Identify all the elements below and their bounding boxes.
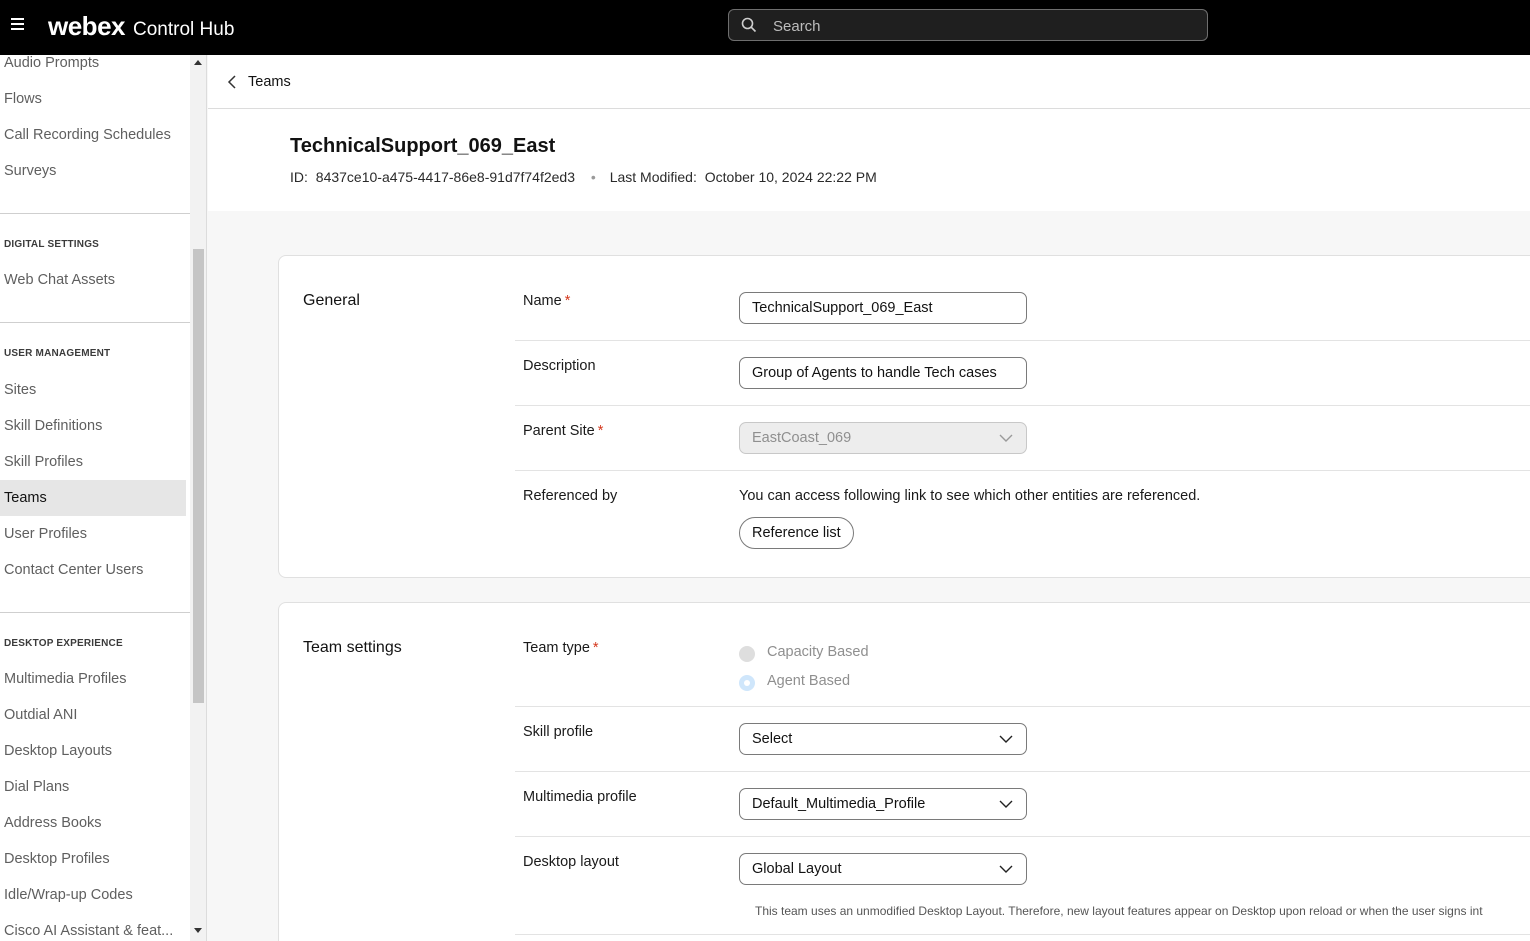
desktop-layout-select[interactable]: Global Layout	[739, 853, 1027, 885]
multimedia-profile-label: Multimedia profile	[523, 789, 637, 805]
breadcrumb: Teams	[208, 55, 1530, 109]
radio-agent-based-label: Agent Based	[767, 673, 851, 689]
sidebar: Audio Prompts Flows Call Recording Sched…	[0, 55, 207, 941]
chevron-down-icon	[999, 865, 1013, 873]
menu-icon[interactable]	[11, 18, 24, 30]
row-divider	[515, 470, 1530, 471]
sidebar-item-idle-wrapup-codes[interactable]: Idle/Wrap-up Codes	[0, 877, 186, 913]
radio-agent-based	[739, 675, 755, 691]
row-divider	[515, 340, 1530, 341]
section-desktop-experience: DESKTOP EXPERIENCE	[4, 638, 123, 649]
breadcrumb-teams-link[interactable]: Teams	[248, 74, 291, 90]
row-divider	[515, 771, 1530, 772]
desktop-layout-label: Desktop layout	[523, 854, 619, 870]
meta-separator: •	[590, 169, 596, 185]
sidebar-item-desktop-layouts[interactable]: Desktop Layouts	[0, 733, 186, 769]
sidebar-item-surveys[interactable]: Surveys	[0, 153, 186, 189]
team-settings-section-title: Team settings	[303, 639, 402, 656]
page-header: TechnicalSupport_069_East ID: 8437ce10-a…	[208, 109, 1530, 211]
skill-profile-value: Select	[752, 731, 793, 747]
sidebar-scrollbar-thumb[interactable]	[193, 249, 204, 703]
parent-site-label: Parent Site *	[523, 423, 604, 439]
referenced-by-text: You can access following link to see whi…	[739, 488, 1201, 504]
row-divider	[515, 706, 1530, 707]
last-modified-value: October 10, 2024 22:22 PM	[704, 169, 877, 185]
row-divider	[515, 934, 1530, 935]
referenced-by-label: Referenced by	[523, 488, 618, 504]
page-title: TechnicalSupport_069_East	[290, 135, 556, 157]
sidebar-item-audio-prompts[interactable]: Audio Prompts	[0, 55, 186, 81]
sidebar-item-skill-definitions[interactable]: Skill Definitions	[0, 408, 186, 444]
multimedia-profile-value: Default_Multimedia_Profile	[752, 796, 926, 812]
back-chevron-icon[interactable]	[226, 74, 238, 90]
sidebar-item-desktop-profiles[interactable]: Desktop Profiles	[0, 841, 186, 877]
description-input[interactable]: Group of Agents to handle Tech cases	[739, 357, 1027, 389]
scroll-up-arrow-icon[interactable]	[194, 60, 202, 65]
brand: webex Control Hub	[48, 11, 234, 42]
sidebar-item-contact-center-users[interactable]: Contact Center Users	[0, 552, 186, 588]
search-icon	[741, 17, 757, 33]
sidebar-divider	[0, 612, 190, 613]
sidebar-item-outdial-ani[interactable]: Outdial ANI	[0, 697, 186, 733]
parent-site-select: EastCoast_069	[739, 422, 1027, 454]
sidebar-item-dial-plans[interactable]: Dial Plans	[0, 769, 186, 805]
sidebar-item-call-recording-schedules[interactable]: Call Recording Schedules	[0, 117, 186, 153]
sidebar-item-cisco-ai-assistant[interactable]: Cisco AI Assistant & feat...	[0, 913, 186, 941]
radio-capacity-based-label: Capacity Based	[767, 644, 869, 660]
sidebar-item-multimedia-profiles[interactable]: Multimedia Profiles	[0, 661, 186, 697]
skill-profile-label: Skill profile	[523, 724, 594, 740]
chevron-down-icon	[999, 800, 1013, 808]
section-user-management: USER MANAGEMENT	[4, 348, 111, 359]
search-input[interactable]: Search	[728, 9, 1208, 41]
main-content: Teams TechnicalSupport_069_East ID: 8437…	[208, 55, 1530, 941]
name-input[interactable]: TechnicalSupport_069_East	[739, 292, 1027, 324]
sidebar-divider	[0, 322, 190, 323]
team-settings-card: Team settings Team type * Capacity Based …	[278, 602, 1530, 941]
row-divider	[515, 836, 1530, 837]
chevron-down-icon	[999, 434, 1013, 442]
multimedia-profile-select[interactable]: Default_Multimedia_Profile	[739, 788, 1027, 820]
sidebar-item-sites[interactable]: Sites	[0, 372, 186, 408]
name-label: Name *	[523, 293, 571, 309]
general-card: General Name * TechnicalSupport_069_East …	[278, 255, 1530, 578]
sidebar-item-web-chat-assets[interactable]: Web Chat Assets	[0, 262, 186, 298]
webex-logo: webex	[48, 11, 126, 41]
skill-profile-select[interactable]: Select	[739, 723, 1027, 755]
sidebar-item-teams[interactable]: Teams	[0, 480, 186, 516]
team-type-label: Team type *	[523, 640, 599, 656]
sidebar-item-address-books[interactable]: Address Books	[0, 805, 186, 841]
scroll-down-arrow-icon[interactable]	[194, 928, 202, 933]
desktop-layout-note: This team uses an unmodified Desktop Lay…	[755, 904, 1483, 918]
sidebar-item-skill-profiles[interactable]: Skill Profiles	[0, 444, 186, 480]
section-digital-settings: DIGITAL SETTINGS	[4, 239, 100, 250]
sidebar-item-user-profiles[interactable]: User Profiles	[0, 516, 186, 552]
search-placeholder: Search	[773, 18, 821, 35]
product-name: Control Hub	[133, 19, 235, 40]
reference-list-button[interactable]: Reference list	[739, 517, 854, 549]
top-bar: webex Control Hub Search	[0, 0, 1530, 55]
general-section-title: General	[303, 292, 360, 309]
sidebar-divider	[0, 213, 190, 214]
desktop-layout-value: Global Layout	[752, 861, 842, 877]
last-modified-label: Last Modified:	[609, 169, 697, 185]
parent-site-value: EastCoast_069	[752, 430, 852, 446]
id-value: 8437ce10-a475-4417-86e8-91d7f74f2ed3	[315, 169, 576, 185]
radio-capacity-based	[739, 646, 755, 662]
page-meta: ID: 8437ce10-a475-4417-86e8-91d7f74f2ed3…	[290, 169, 877, 185]
chevron-down-icon	[999, 735, 1013, 743]
id-label: ID:	[290, 169, 308, 185]
row-divider	[515, 405, 1530, 406]
description-label: Description	[523, 358, 596, 374]
sidebar-item-flows[interactable]: Flows	[0, 81, 186, 117]
